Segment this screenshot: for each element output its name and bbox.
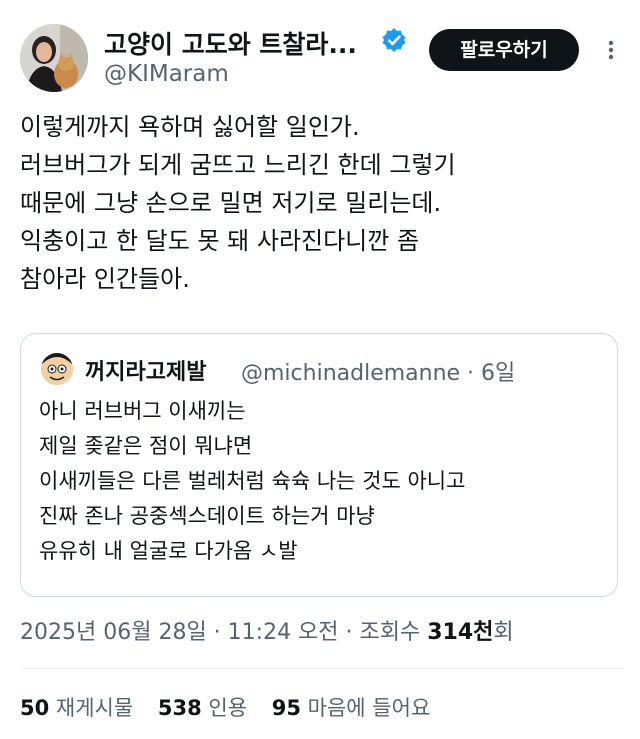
quotes-stat[interactable]: 538 인용 [158,696,247,720]
tweet-text-line: 참아라 인간들아. [20,265,190,293]
retweets-label: 재게시물 [55,696,134,720]
tweet-text-line: 러브버그가 되게 굼뜨고 느리긴 한데 그렇기 [20,151,456,179]
quoted-author-avatar [41,353,73,385]
engagement-stats: 50 재게시물 538 인용 95 마음에 들어요 [20,692,448,722]
quotes-label: 인용 [208,696,248,720]
likes-stat[interactable]: 95 마음에 들어요 [272,696,431,720]
divider [20,668,624,669]
tweet-text-line: 때문에 그냥 손으로 밀면 저기로 밀리는데. [20,189,442,217]
retweets-count: 50 [20,696,50,720]
quoted-tweet-text: 아니 러브버그 이새끼는 제일 좆같은 점이 뭐냐면 이새끼들은 다른 벌레처럼… [39,394,609,569]
quoted-text-line: 아니 러브버그 이새끼는 [39,399,246,423]
more-options-icon[interactable] [598,40,624,60]
quoted-text-line: 진짜 존나 공중섹스데이트 하는거 마냥 [39,504,375,528]
tweet-meta: 2025년 06월 28일 · 11:24 오전 · 조회수 314천회 [20,614,514,646]
tweet-header: 고양이 고도와 트찰라... @KIMaram 팔로우하기 [0,0,640,110]
view-count-suffix: 회 [493,620,514,645]
tweet-text: 이렇게까지 욕하며 싫어할 일인가. 러브버그가 되게 굼뜨고 느리긴 한데 그… [20,108,624,298]
author-handle[interactable]: @KIMaram [104,61,229,87]
quoted-author-name: 꺼지라고제발 [85,360,207,385]
likes-label: 마음에 들어요 [307,696,431,720]
quoted-text-line: 유유히 내 얼굴로 다가옴 ㅅ발 [39,539,298,563]
author-display-name[interactable]: 고양이 고도와 트찰라... [104,25,357,61]
quoted-tweet-card[interactable]: 꺼지라고제발 @michinadlemanne · 6일 아니 러브버그 이새끼… [20,333,618,597]
tweet-text-line: 익충이고 한 달도 못 돼 사라진다니깐 좀 [20,227,420,255]
quoted-author-handle-time: @michinadlemanne · 6일 [241,361,516,386]
verified-badge-icon [382,28,406,52]
quoted-text-line: 제일 좆같은 점이 뭐냐면 [39,434,253,458]
quoted-text-line: 이새끼들은 다른 벌레처럼 슉슉 나는 것도 아니고 [39,469,466,493]
tweet-text-line: 이렇게까지 욕하며 싫어할 일인가. [20,113,360,141]
retweets-stat[interactable]: 50 재게시물 [20,696,133,720]
author-avatar[interactable] [20,24,88,92]
likes-count: 95 [271,696,301,720]
view-count: 314천 [427,620,494,645]
quotes-count: 538 [157,696,202,720]
tweet-timestamp[interactable]: 2025년 06월 28일 · 11:24 오전 · 조회수 [20,620,427,645]
follow-button[interactable]: 팔로우하기 [429,29,579,71]
